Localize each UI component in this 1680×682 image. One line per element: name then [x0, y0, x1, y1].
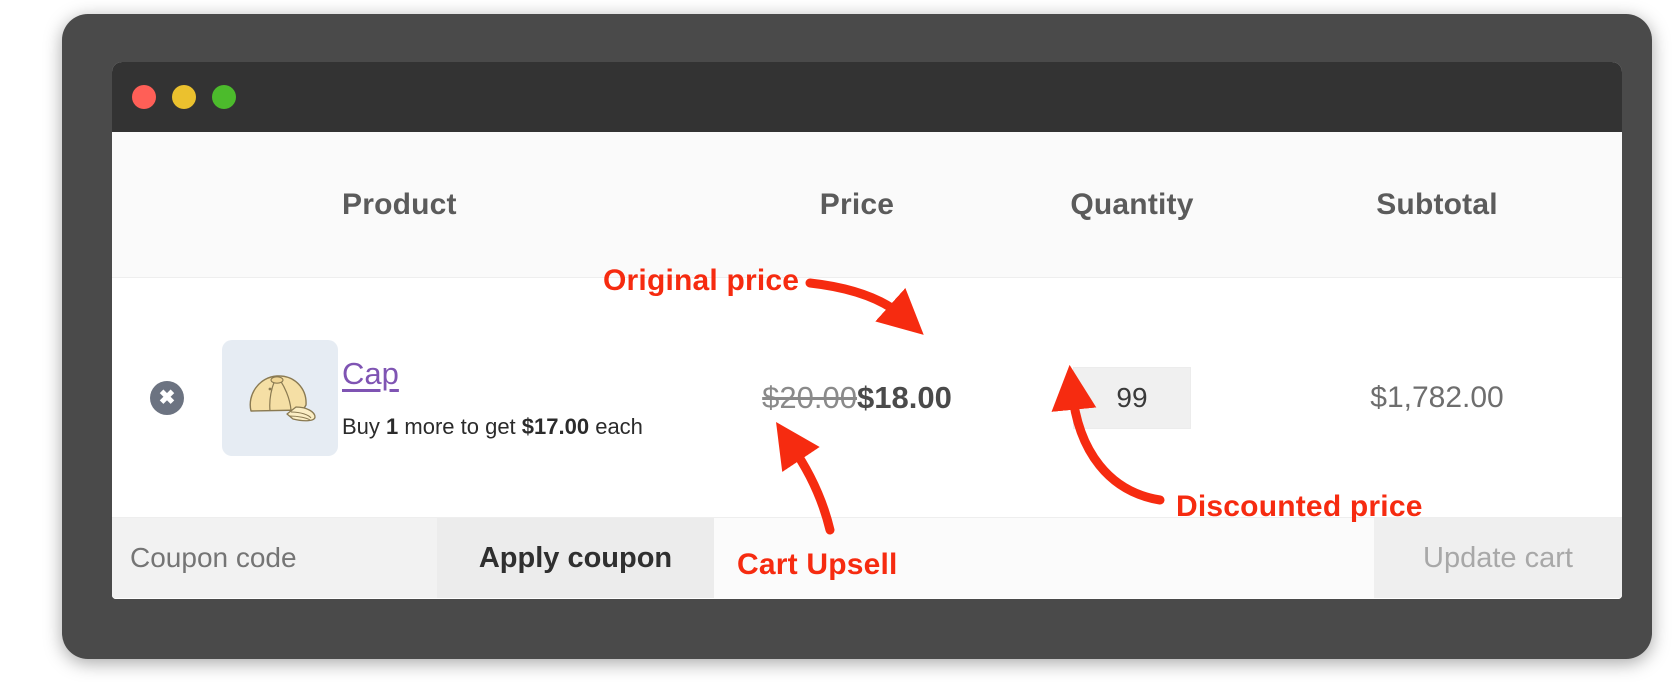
column-header-quantity: Quantity	[1070, 187, 1194, 221]
cart-upsell-message: Buy 1 more to get $17.00 each	[342, 414, 722, 440]
quantity-cell: 99	[992, 366, 1272, 429]
product-name-link[interactable]: Cap	[342, 356, 399, 392]
close-circle-icon[interactable]: ✖	[150, 380, 184, 415]
product-cell: Cap Buy 1 more to get $17.00 each	[342, 356, 722, 440]
upsell-suffix: each	[589, 413, 643, 439]
quantity-input[interactable]: 99	[1073, 366, 1191, 429]
minimize-button[interactable]	[172, 85, 196, 109]
product-thumbnail-cell	[222, 339, 342, 456]
maximize-button[interactable]	[212, 85, 236, 109]
upsell-quantity: 1	[386, 413, 399, 439]
subtotal-cell: $1,782.00	[1272, 381, 1602, 415]
upsell-prefix: Buy	[342, 413, 387, 439]
column-header-subtotal: Subtotal	[1376, 187, 1498, 221]
column-header-price: Price	[819, 187, 895, 221]
cart-table-header: Product Price Quantity Subtotal	[112, 132, 1622, 278]
upsell-middle: more to get	[398, 413, 522, 439]
annotation-cart-upsell: Cart Upsell	[737, 548, 898, 581]
screenshot-root: Product Price Quantity Subtotal ✖ Cap Bu…	[0, 0, 1680, 682]
table-row: ✖ Cap Buy 1 more to get $17.00 each $20.…	[112, 278, 1622, 518]
coupon-code-input[interactable]	[112, 518, 437, 598]
annotation-discounted-price: Discounted price	[1176, 490, 1423, 523]
remove-cell: ✖	[112, 380, 222, 415]
original-price-value: $20.00	[762, 379, 857, 415]
close-button[interactable]	[132, 85, 156, 109]
upsell-target-price: $17.00	[521, 413, 590, 439]
price-cell: $20.00$18.00	[722, 380, 992, 416]
cart-table: Product Price Quantity Subtotal ✖ Cap Bu…	[112, 132, 1622, 599]
cap-icon	[249, 374, 316, 421]
cap-product-image[interactable]	[222, 339, 338, 456]
traffic-light-group	[132, 85, 236, 109]
apply-coupon-button[interactable]: Apply coupon	[437, 518, 714, 598]
annotation-original-price: Original price	[603, 264, 800, 297]
window-titlebar	[112, 62, 1622, 132]
discounted-price-value: $18.00	[857, 379, 952, 415]
column-header-product: Product	[342, 187, 457, 221]
subtotal-value: $1,782.00	[1370, 380, 1504, 414]
update-cart-button: Update cart	[1374, 518, 1622, 598]
